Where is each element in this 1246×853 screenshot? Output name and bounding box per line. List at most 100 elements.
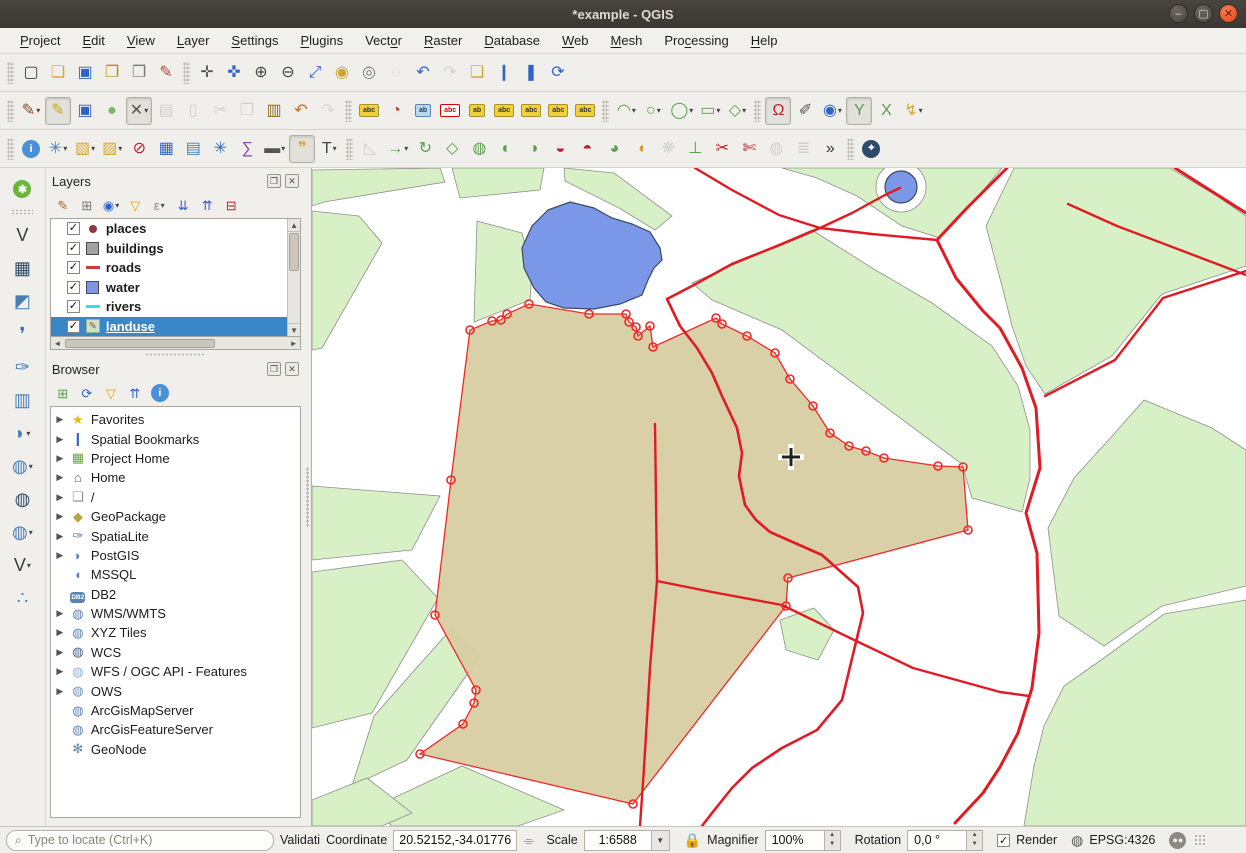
toolbar-overflow-icon[interactable]: » bbox=[817, 135, 843, 163]
expand-all-icon[interactable]: ⇊ bbox=[172, 194, 194, 216]
deselect-features-icon[interactable]: ⊘ bbox=[126, 135, 152, 163]
modify-attributes-icon[interactable]: ▤ bbox=[153, 97, 179, 125]
pond-polygon[interactable] bbox=[885, 171, 917, 203]
add-vector-layer-icon[interactable]: V bbox=[6, 220, 38, 250]
magnifier-value[interactable]: 100% bbox=[765, 830, 825, 851]
browser-item-geopackage[interactable]: ▶◆GeoPackage bbox=[51, 507, 300, 526]
zoom-to-selection-icon[interactable]: ◉ bbox=[329, 59, 355, 87]
messages-icon[interactable]: ●● bbox=[1169, 832, 1186, 849]
add-postgis-layer-icon[interactable]: ◗▾ bbox=[6, 418, 38, 448]
scroll-thumb[interactable] bbox=[289, 233, 299, 271]
menu-mesh[interactable]: Mesh bbox=[601, 30, 653, 51]
zoom-to-layer-icon[interactable]: ◎ bbox=[356, 59, 382, 87]
layer-visibility-checkbox[interactable]: ✓ bbox=[67, 300, 80, 313]
map-canvas[interactable] bbox=[311, 168, 1246, 826]
save-layer-edits-icon[interactable]: ▣ bbox=[72, 97, 98, 125]
browser-item-wcs[interactable]: ▶◍WCS bbox=[51, 643, 300, 662]
toolbar-handle[interactable] bbox=[11, 209, 33, 215]
locator-search-input[interactable]: ⌕ Type to locate (Ctrl+K) bbox=[6, 830, 274, 851]
cut-features-icon[interactable]: ✂ bbox=[207, 97, 233, 125]
add-circle-icon[interactable]: ○▾ bbox=[640, 97, 666, 125]
simplify-feature-icon[interactable]: ◇ bbox=[439, 135, 465, 163]
toggle-editing-icon[interactable]: ✎ bbox=[45, 97, 71, 125]
merge-features-icon[interactable]: ◍ bbox=[763, 135, 789, 163]
add-selected-layers-icon[interactable]: ⊞ bbox=[52, 382, 74, 404]
add-regular-polygon-icon[interactable]: ◇▾ bbox=[724, 97, 750, 125]
pan-map-icon[interactable]: ✛ bbox=[194, 59, 220, 87]
tracing-offset-icon[interactable]: ↯▾ bbox=[900, 97, 926, 125]
scroll-up-icon[interactable]: ▲ bbox=[288, 219, 300, 232]
browser-item-project-home[interactable]: ▶▦Project Home bbox=[51, 449, 300, 468]
magnifier-spinbox[interactable]: 100% ▲▼ bbox=[765, 830, 841, 851]
expand-arrow-icon[interactable]: ▶ bbox=[55, 627, 65, 638]
toolbar-handle[interactable] bbox=[7, 62, 14, 84]
add-mesh-layer-icon[interactable]: ◩ bbox=[6, 286, 38, 316]
zoom-last-icon[interactable]: ↶ bbox=[410, 59, 436, 87]
layers-float-icon[interactable]: ❐ bbox=[267, 174, 281, 188]
layer-visibility-checkbox[interactable]: ✓ bbox=[67, 261, 80, 274]
browser-item-home[interactable]: ▶⌂Home bbox=[51, 468, 300, 487]
expand-arrow-icon[interactable]: ▶ bbox=[55, 453, 65, 464]
add-delimited-text-layer-icon[interactable]: ❜ bbox=[6, 319, 38, 349]
add-raster-layer-icon[interactable]: ▦ bbox=[6, 253, 38, 283]
browser-item-mssql[interactable]: ◖MSSQL bbox=[51, 565, 300, 584]
offset-curve-icon[interactable]: ◖ bbox=[628, 135, 654, 163]
browser-item-geonode[interactable]: ✻GeoNode bbox=[51, 740, 300, 759]
show-layout-manager-icon[interactable]: ❒ bbox=[126, 59, 152, 87]
toolbar-handle[interactable] bbox=[183, 62, 190, 84]
layer-visibility-checkbox[interactable]: ✓ bbox=[67, 242, 80, 255]
browser-item-arcgismapserver[interactable]: ◍ArcGisMapServer bbox=[51, 701, 300, 720]
add-part-icon[interactable]: ◐ bbox=[493, 135, 519, 163]
menu-view[interactable]: View bbox=[117, 30, 165, 51]
filter-browser-icon[interactable]: ▽ bbox=[100, 382, 122, 404]
layers-horizontal-scrollbar[interactable]: ◄ ► bbox=[50, 337, 301, 350]
layer-item-places[interactable]: ✓places bbox=[51, 219, 287, 239]
layer-item-water[interactable]: ✓water bbox=[51, 278, 287, 298]
move-label-icon[interactable]: ab bbox=[464, 97, 490, 125]
layer-diagram-options-icon[interactable]: ◔ bbox=[383, 97, 409, 125]
resize-grip[interactable] bbox=[1194, 834, 1206, 846]
split-features-icon[interactable]: ✂ bbox=[709, 135, 735, 163]
show-hide-labels-icon[interactable]: abc bbox=[491, 97, 517, 125]
expand-arrow-icon[interactable]: ▶ bbox=[55, 492, 65, 503]
zoom-native-icon[interactable]: ◌ bbox=[383, 59, 409, 87]
spinner-arrows[interactable]: ▲▼ bbox=[825, 830, 841, 851]
fill-ring-icon[interactable]: ◑ bbox=[520, 135, 546, 163]
filter-legend-icon[interactable]: ▽ bbox=[124, 194, 146, 216]
open-attribute-table-icon[interactable]: ▦ bbox=[153, 135, 179, 163]
layer-item-rivers[interactable]: ✓rivers bbox=[51, 297, 287, 317]
rotate-label-icon[interactable]: abc bbox=[545, 97, 571, 125]
measure-icon[interactable]: ▬▾ bbox=[261, 135, 288, 163]
browser-item-ows[interactable]: ▶◍OWS bbox=[51, 681, 300, 700]
add-rectangle-icon[interactable]: ▭▾ bbox=[697, 97, 723, 125]
panel-splitter[interactable] bbox=[50, 350, 301, 358]
layer-labeling-options-icon[interactable]: abc bbox=[356, 97, 382, 125]
collapse-all-browser-icon[interactable]: ⇈ bbox=[124, 382, 146, 404]
move-rotate-label-icon[interactable]: abc bbox=[518, 97, 544, 125]
render-checkbox[interactable]: ✓ bbox=[997, 834, 1010, 847]
vertex-tool-icon[interactable]: ✕▾ bbox=[126, 97, 152, 125]
enable-snapping-icon[interactable]: Ω bbox=[765, 97, 791, 125]
trim-extend-icon[interactable]: ⊥ bbox=[682, 135, 708, 163]
close-button[interactable]: ✕ bbox=[1219, 4, 1238, 23]
toolbar-handle[interactable] bbox=[754, 100, 761, 122]
zoom-next-icon[interactable]: ↷ bbox=[437, 59, 463, 87]
panels-map-splitter[interactable] bbox=[303, 168, 311, 826]
paste-features-icon[interactable]: ▥ bbox=[261, 97, 287, 125]
open-data-source-manager-icon[interactable]: ✱ bbox=[6, 174, 38, 204]
topological-editing-icon[interactable]: ◉▾ bbox=[819, 97, 845, 125]
scroll-down-icon[interactable]: ▼ bbox=[288, 323, 300, 336]
expand-arrow-icon[interactable]: ▶ bbox=[55, 531, 65, 542]
show-spatial-bookmarks-icon[interactable]: ❙ bbox=[491, 59, 517, 87]
undo-icon[interactable]: ↶ bbox=[288, 97, 314, 125]
change-label-properties-icon[interactable]: abc bbox=[572, 97, 598, 125]
add-vector-tile-layer-icon[interactable]: V▾ bbox=[6, 550, 38, 580]
pin-unpin-labels-icon[interactable]: ab bbox=[410, 97, 436, 125]
expand-arrow-icon[interactable]: ▶ bbox=[55, 647, 65, 658]
menu-web[interactable]: Web bbox=[552, 30, 599, 51]
add-group-icon[interactable]: ⊞ bbox=[76, 194, 98, 216]
browser-item-postgis[interactable]: ▶◗PostGIS bbox=[51, 546, 300, 565]
layer-item-buildings[interactable]: ✓buildings bbox=[51, 239, 287, 259]
browser-close-icon[interactable]: ✕ bbox=[285, 362, 299, 376]
filter-by-expression-icon[interactable]: ε▾ bbox=[148, 194, 170, 216]
